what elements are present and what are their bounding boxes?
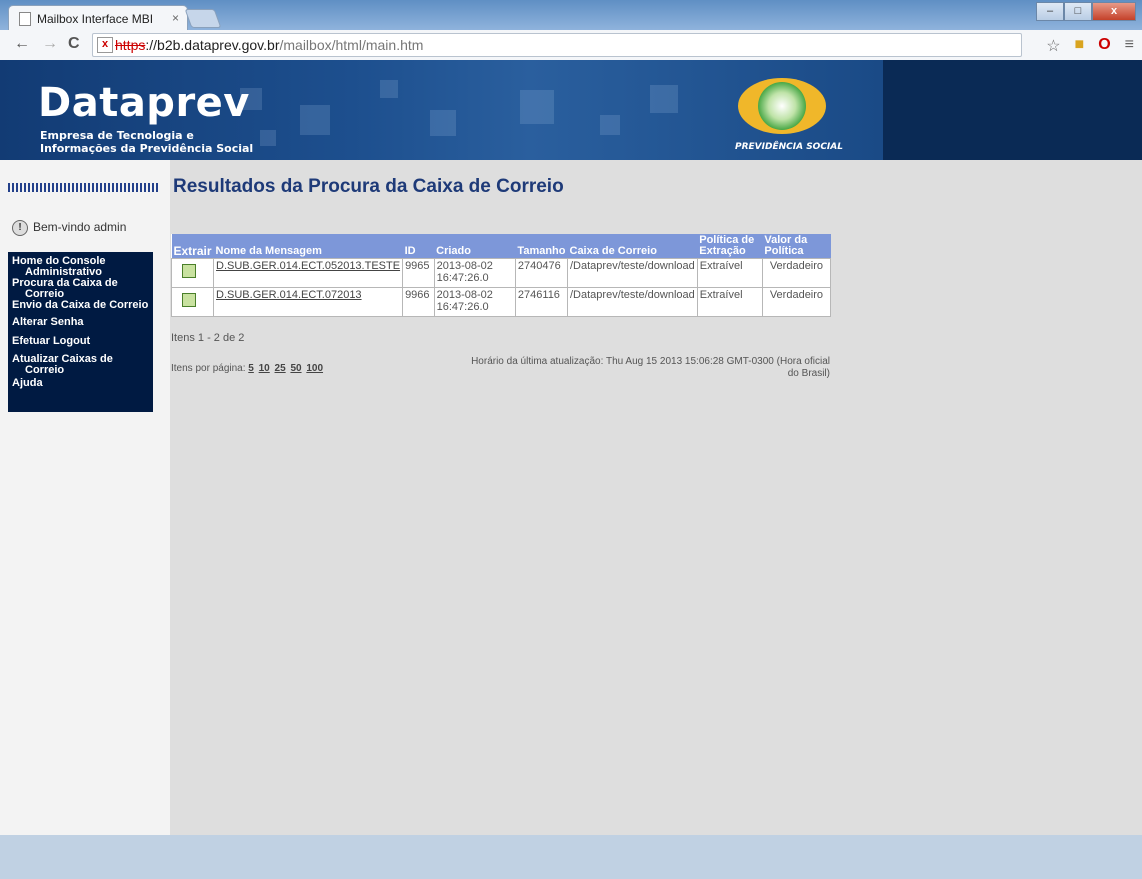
- col-created: Criado: [434, 234, 516, 259]
- extract-icon[interactable]: [182, 293, 196, 307]
- welcome-message: ! Bem-vindo admin: [12, 220, 126, 236]
- url-path: /mailbox/html/main.htm: [279, 37, 424, 53]
- policy-value-cell: Verdadeiro: [761, 258, 832, 288]
- menu-home-console[interactable]: Home do Console Administrativo: [12, 256, 153, 278]
- extract-cell: [170, 287, 215, 317]
- toolbar-icons: ☆ ■ O ≡: [1046, 36, 1134, 56]
- ssl-warning-icon[interactable]: x: [97, 37, 113, 53]
- table-row: D.SUB.GER.014.ECT.052013.TESTE 9965 2013…: [170, 258, 832, 288]
- address-bar[interactable]: x https://b2b.dataprev.gov.br/mailbox/ht…: [92, 33, 1022, 57]
- col-id: ID: [402, 234, 435, 259]
- sidebar: ! Bem-vindo admin Home do Console Adminis…: [0, 160, 170, 835]
- last-updated-line1: Horário da última atualização: Thu Aug 1…: [471, 356, 830, 367]
- welcome-text: Bem-vindo admin: [33, 220, 127, 235]
- per-page-option[interactable]: 25: [275, 363, 286, 374]
- menu-change-password[interactable]: Alterar Senha: [12, 317, 153, 328]
- dataprev-logo: Dataprev: [38, 80, 250, 126]
- message-name-cell: D.SUB.GER.014.ECT.072013: [213, 287, 404, 317]
- reload-icon[interactable]: C: [68, 35, 80, 53]
- per-page-option[interactable]: 5: [248, 363, 254, 374]
- menu-search-mailbox[interactable]: Procura da Caixa de Correio: [12, 278, 153, 300]
- browser-tab[interactable]: Mailbox Interface MBI ×: [8, 5, 188, 31]
- site-header: Dataprev Empresa de Tecnologia e Informa…: [0, 60, 1142, 160]
- per-page-label: Itens por página:: [171, 363, 246, 374]
- brand-subtitle-line1: Empresa de Tecnologia e: [40, 129, 194, 142]
- url-host: ://b2b.dataprev.gov.br: [145, 37, 280, 53]
- size-cell: 2746116: [514, 287, 569, 317]
- bookmark-star-icon[interactable]: ☆: [1046, 36, 1060, 56]
- created-cell: 2013-08-02 16:47:26.0: [433, 287, 516, 317]
- last-updated: Horário da última atualização: Thu Aug 1…: [430, 356, 830, 380]
- maximize-button[interactable]: □: [1064, 2, 1092, 21]
- col-size: Tamanho: [515, 234, 568, 259]
- extract-cell: [170, 258, 215, 288]
- id-cell: 9965: [402, 258, 435, 288]
- menu-icon[interactable]: ≡: [1125, 36, 1134, 56]
- brand-subtitle: Empresa de Tecnologia e Informações da P…: [40, 129, 253, 155]
- per-page-option[interactable]: 100: [306, 363, 323, 374]
- opera-icon[interactable]: O: [1098, 36, 1110, 56]
- menu-logout[interactable]: Efetuar Logout: [12, 336, 153, 347]
- table-row: D.SUB.GER.014.ECT.072013 9966 2013-08-02…: [170, 287, 832, 317]
- nav-menu: Home do Console Administrativo Procura d…: [8, 252, 153, 412]
- menu-help[interactable]: Ajuda: [12, 378, 153, 389]
- message-link[interactable]: D.SUB.GER.014.ECT.052013.TESTE: [216, 260, 400, 272]
- results-table: Extrair Nome da Mensagem ID Criado Taman…: [170, 234, 832, 317]
- new-tab-button[interactable]: [184, 9, 222, 28]
- tab-title: Mailbox Interface MBI: [37, 12, 154, 26]
- menu-send-mailbox[interactable]: Envio da Caixa de Correio: [12, 300, 153, 311]
- forward-icon[interactable]: →: [42, 35, 58, 53]
- policy-cell: Extraível: [696, 287, 763, 317]
- items-count: Itens 1 - 2 de 2: [171, 332, 245, 344]
- mailbox-cell: /Dataprev/teste/download: [567, 258, 698, 288]
- col-extract: Extrair: [171, 234, 214, 259]
- message-name-cell: D.SUB.GER.014.ECT.052013.TESTE: [213, 258, 404, 288]
- back-icon[interactable]: ←: [14, 35, 30, 53]
- per-page-option[interactable]: 50: [290, 363, 301, 374]
- col-policy-value: Valor da Política: [762, 234, 831, 259]
- previdencia-logo-text: PREVIDÊNCIA SOCIAL: [735, 142, 843, 152]
- policy-cell: Extraível: [696, 258, 763, 288]
- previdencia-logo: [738, 78, 826, 134]
- created-cell: 2013-08-02 16:47:26.0: [433, 258, 516, 288]
- col-mailbox: Caixa de Correio: [567, 234, 698, 259]
- col-message-name: Nome da Mensagem: [213, 234, 403, 259]
- last-updated-line2: do Brasil): [787, 368, 830, 379]
- col-extraction-policy: Política de Extração: [697, 234, 763, 259]
- browser-toolbar: ← → C x https://b2b.dataprev.gov.br/mail…: [0, 30, 1142, 61]
- url-text: https://b2b.dataprev.gov.br/mailbox/html…: [115, 34, 423, 56]
- policy-value-cell: Verdadeiro: [761, 287, 832, 317]
- size-cell: 2740476: [514, 258, 569, 288]
- brand-subtitle-line2: Informações da Previdência Social: [40, 142, 254, 155]
- extract-icon[interactable]: [182, 264, 196, 278]
- url-scheme: https: [115, 37, 146, 53]
- main-content: Resultados da Procura da Caixa de Correi…: [170, 160, 1142, 835]
- menu-update-mailboxes[interactable]: Atualizar Caixas de Correio: [12, 354, 153, 376]
- extension-icon[interactable]: ■: [1075, 36, 1085, 56]
- mailbox-cell: /Dataprev/teste/download: [567, 287, 698, 317]
- page-footer: [0, 835, 1142, 879]
- page-title: Resultados da Procura da Caixa de Correi…: [173, 176, 564, 197]
- window-controls: – □ x: [1036, 2, 1136, 21]
- id-cell: 9966: [402, 287, 435, 317]
- minimize-button[interactable]: –: [1036, 2, 1064, 21]
- close-tab-icon[interactable]: ×: [172, 11, 179, 25]
- info-icon: !: [12, 220, 28, 236]
- decorative-stripe: [8, 183, 158, 192]
- close-window-button[interactable]: x: [1092, 2, 1136, 21]
- table-header-row: Extrair Nome da Mensagem ID Criado Taman…: [171, 234, 831, 259]
- page-icon: [19, 12, 31, 26]
- message-link[interactable]: D.SUB.GER.014.ECT.072013: [216, 289, 362, 301]
- items-per-page: Itens por página: 5 10 25 50 100: [171, 363, 325, 374]
- browser-titlebar: Mailbox Interface MBI × – □ x: [0, 0, 1142, 31]
- per-page-option[interactable]: 10: [259, 363, 270, 374]
